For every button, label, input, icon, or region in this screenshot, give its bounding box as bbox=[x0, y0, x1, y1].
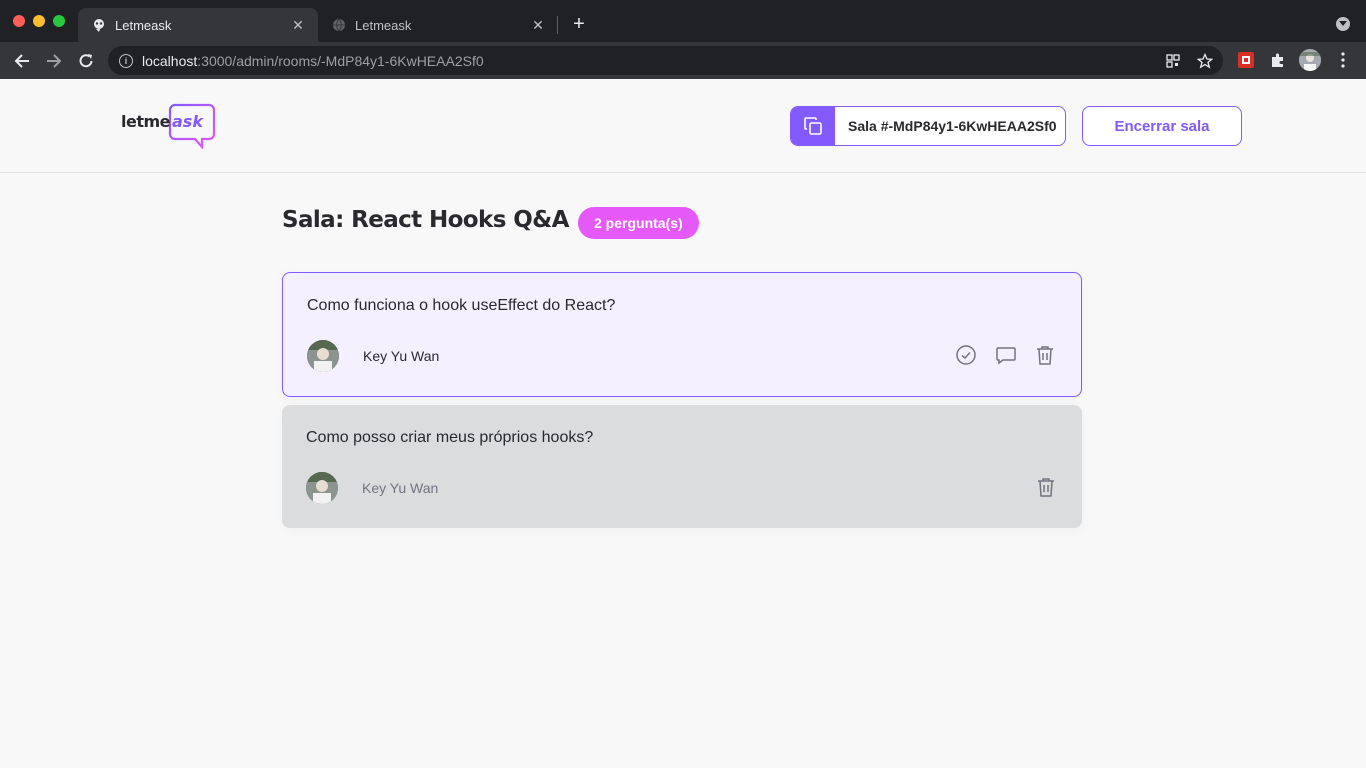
forward-arrow-icon[interactable] bbox=[43, 50, 65, 72]
favicon-icon bbox=[92, 18, 106, 32]
avatar bbox=[307, 340, 339, 372]
extension-red-icon[interactable] bbox=[1236, 50, 1256, 70]
trash-icon[interactable] bbox=[1033, 343, 1057, 367]
tab-title: Letmeask bbox=[355, 17, 412, 33]
answer-bubble-icon[interactable] bbox=[994, 343, 1018, 367]
question-content: Como funciona o hook useEffect do React? bbox=[307, 297, 616, 314]
profile-avatar[interactable] bbox=[1299, 49, 1321, 71]
globe-icon bbox=[332, 18, 346, 32]
tab-search-icon[interactable] bbox=[1336, 17, 1350, 31]
new-tab-button[interactable]: + bbox=[569, 14, 589, 34]
logo-text-ask: ask bbox=[172, 112, 203, 131]
logo-text-letme: letme bbox=[121, 112, 171, 131]
room-title: Sala: React Hooks Q&A bbox=[282, 207, 569, 233]
letmeask-logo[interactable]: letme ask bbox=[121, 103, 217, 149]
question-card: Como posso criar meus próprios hooks? Ke… bbox=[282, 405, 1082, 528]
room-code-label: Sala #-MdP84y1-6KwHEAA2Sf0 bbox=[848, 118, 1057, 134]
address-bar[interactable]: i localhost:3000/admin/rooms/-MdP84y1-6K… bbox=[108, 46, 1223, 75]
qr-code-icon[interactable] bbox=[1164, 52, 1182, 70]
app-header: letme ask Sala #-MdP84y1-6KwHEAA2Sf0 Enc… bbox=[0, 79, 1366, 173]
tab-letmeask[interactable]: Letmeask ✕ bbox=[318, 8, 558, 42]
avatar bbox=[306, 472, 338, 504]
check-circle-icon[interactable] bbox=[954, 343, 978, 367]
question-author: Key Yu Wan bbox=[362, 480, 439, 496]
tab-divider bbox=[557, 16, 558, 34]
url-text: localhost:3000/admin/rooms/-MdP84y1-6KwH… bbox=[142, 52, 484, 69]
close-tab-icon[interactable]: ✕ bbox=[528, 15, 548, 35]
close-window-button[interactable] bbox=[13, 15, 25, 27]
tab-letmeask-active[interactable]: Letmeask ✕ bbox=[78, 8, 318, 42]
tab-title: Letmeask bbox=[115, 17, 172, 33]
back-arrow-icon[interactable] bbox=[11, 50, 33, 72]
close-room-button[interactable]: Encerrar sala bbox=[1082, 106, 1242, 146]
minimize-window-button[interactable] bbox=[33, 15, 45, 27]
extensions-puzzle-icon[interactable] bbox=[1268, 50, 1288, 70]
maximize-window-button[interactable] bbox=[53, 15, 65, 27]
trash-icon[interactable] bbox=[1034, 475, 1058, 499]
site-info-icon[interactable]: i bbox=[119, 53, 133, 68]
browser-menu-icon[interactable] bbox=[1333, 50, 1353, 70]
browser-tabbar: Letmeask ✕ Letmeask ✕ + bbox=[0, 0, 1366, 42]
question-card: Como funciona o hook useEffect do React?… bbox=[282, 272, 1082, 397]
question-content: Como posso criar meus próprios hooks? bbox=[306, 429, 594, 446]
copy-icon[interactable] bbox=[791, 107, 835, 145]
browser-toolbar: i localhost:3000/admin/rooms/-MdP84y1-6K… bbox=[0, 42, 1366, 79]
question-count-badge: 2 pergunta(s) bbox=[578, 207, 699, 239]
question-author: Key Yu Wan bbox=[363, 348, 440, 364]
reload-icon[interactable] bbox=[75, 50, 97, 72]
close-tab-icon[interactable]: ✕ bbox=[288, 15, 308, 35]
room-code-button[interactable]: Sala #-MdP84y1-6KwHEAA2Sf0 bbox=[790, 106, 1066, 146]
bookmark-star-icon[interactable] bbox=[1196, 52, 1214, 70]
